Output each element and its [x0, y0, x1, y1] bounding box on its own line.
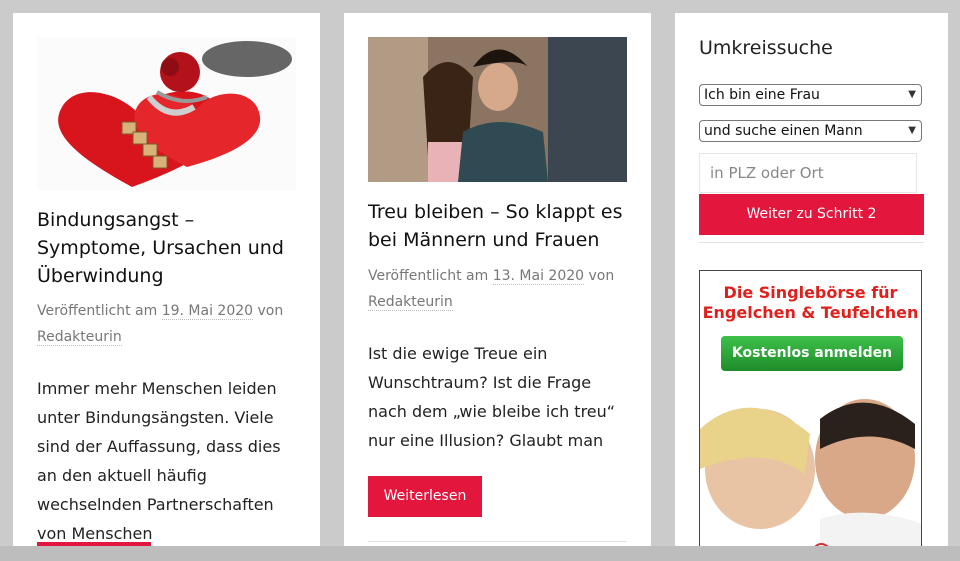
post-thumbnail-heart-handcuffs[interactable]: [37, 37, 296, 190]
post-excerpt: Immer mehr Menschen leiden unter Bindung…: [37, 379, 281, 543]
sidebar: Umkreissuche Ich bin eine Frau ▼ und suc…: [675, 13, 948, 561]
heart-image: [37, 37, 296, 190]
post-title-link[interactable]: Bindungsangst – Symptome, Ursachen und Ü…: [37, 206, 299, 290]
post-title-link[interactable]: Treu bleiben – So klappt es bei Männern …: [368, 198, 630, 254]
ad-headline-line1: Die Singlebörse für: [723, 283, 898, 302]
post-card: Bindungsangst – Symptome, Ursachen und Ü…: [13, 13, 320, 561]
post-thumbnail-couple[interactable]: [368, 37, 627, 182]
divider: [699, 242, 924, 243]
divider: [368, 541, 627, 542]
author-link[interactable]: Redakteurin: [37, 329, 122, 346]
post-meta: Veröffentlicht am 19. Mai 2020 von Redak…: [37, 298, 299, 350]
location-input[interactable]: in PLZ oder Ort: [699, 153, 917, 193]
ad-signup-button[interactable]: Kostenlos anmelden: [721, 336, 903, 371]
meta-prefix: Veröffentlicht am: [37, 303, 158, 319]
couple-photo: [368, 37, 627, 182]
post-excerpt: Ist die ewige Treue ein Wunschtraum? Ist…: [368, 344, 616, 450]
ad-couple-image: [700, 389, 921, 560]
post-card: Treu bleiben – So klappt es bei Männern …: [344, 13, 651, 561]
window-bottom-edge: [0, 546, 960, 561]
meta-by: von: [588, 268, 615, 284]
chevron-down-icon: ▼: [908, 125, 916, 136]
chevron-down-icon: ▼: [908, 89, 916, 100]
post-date-link[interactable]: 19. Mai 2020: [161, 303, 254, 320]
gender-select-value: Ich bin eine Frau: [704, 87, 820, 103]
read-more-button[interactable]: Weiterlesen: [368, 476, 482, 517]
gender-select[interactable]: Ich bin eine Frau ▼: [699, 84, 922, 106]
ad-banner[interactable]: Die Singlebörse für Engelchen & Teufelch…: [699, 270, 922, 561]
post-meta: Veröffentlicht am 13. Mai 2020 von Redak…: [368, 263, 630, 315]
ad-headline: Die Singlebörse für Engelchen & Teufelch…: [700, 283, 921, 323]
ad-headline-line2: Engelchen & Teufelchen: [702, 303, 919, 322]
meta-prefix: Veröffentlicht am: [368, 268, 489, 284]
next-step-button[interactable]: Weiter zu Schritt 2: [699, 194, 924, 235]
meta-by: von: [257, 303, 284, 319]
widget-title: Umkreissuche: [699, 37, 833, 59]
author-link[interactable]: Redakteurin: [368, 294, 453, 311]
seek-select-value: und suche einen Mann: [704, 123, 863, 139]
post-date-link[interactable]: 13. Mai 2020: [492, 268, 585, 285]
seek-select[interactable]: und suche einen Mann ▼: [699, 120, 922, 142]
